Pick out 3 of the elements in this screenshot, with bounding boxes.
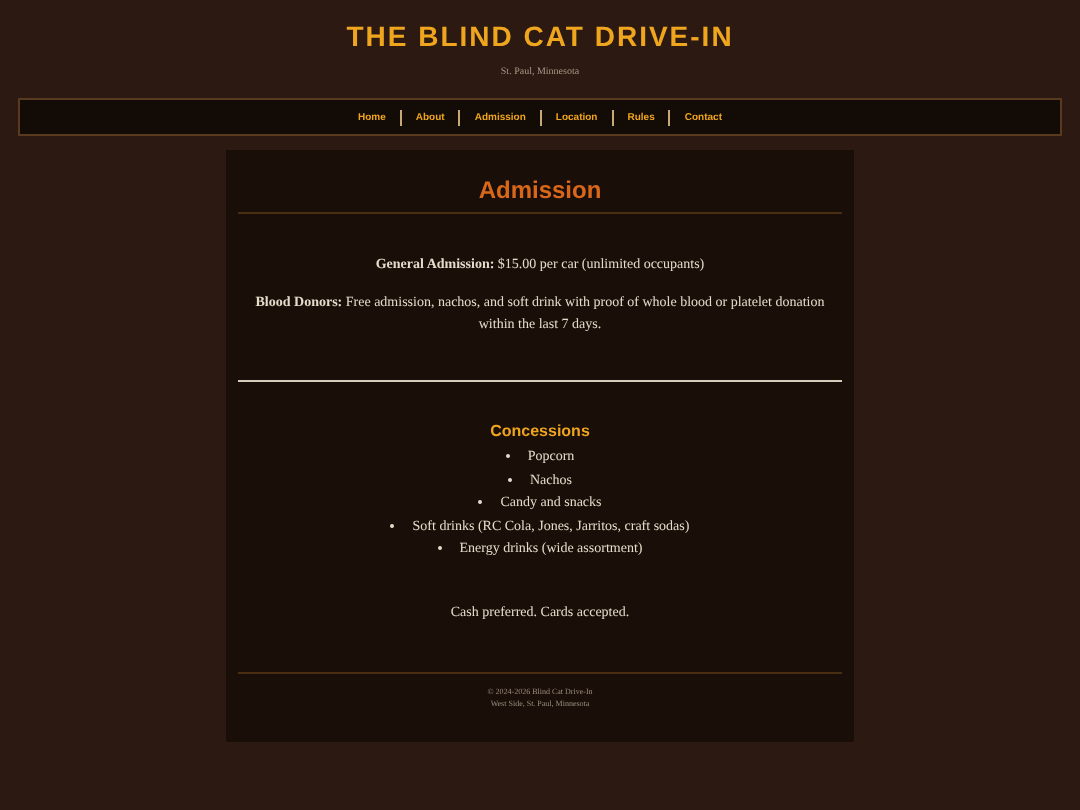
site-title: THE BLIND CAT DRIVE-IN: [346, 20, 734, 52]
section-heading: Concessions: [490, 422, 590, 440]
page-heading: Admission: [478, 176, 602, 204]
